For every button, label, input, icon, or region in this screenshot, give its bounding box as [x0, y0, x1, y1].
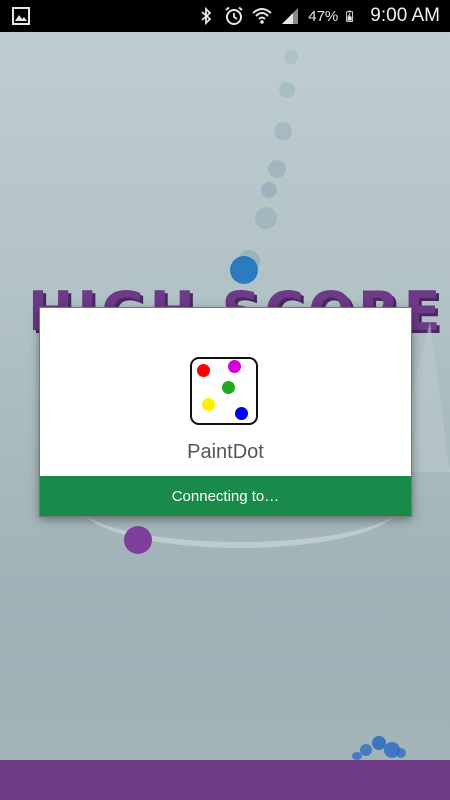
trail-dot	[268, 160, 286, 178]
paint-splat	[396, 748, 406, 758]
clock: 9:00 AM	[370, 5, 440, 26]
bottom-bar	[0, 760, 450, 800]
red-dot	[197, 364, 210, 377]
paint-splat	[352, 752, 362, 760]
bluetooth-icon	[201, 6, 212, 26]
app-name: PaintDot	[187, 441, 264, 463]
image-icon	[12, 7, 30, 25]
magenta-dot	[228, 360, 241, 373]
wifi-icon	[252, 8, 272, 24]
trail-dot	[261, 182, 277, 198]
alarm-icon	[225, 6, 243, 25]
trail-dot	[255, 207, 277, 229]
connecting-status-text: Connecting to…	[171, 487, 280, 505]
connecting-dialog: PaintDot Connecting to…	[40, 308, 411, 516]
connecting-status-bar: Connecting to…	[40, 476, 411, 516]
status-icons: 47% 9:00 AM	[196, 0, 440, 32]
purple-ball	[124, 526, 152, 554]
trail-dot	[274, 122, 292, 140]
green-dot	[222, 381, 235, 394]
trail-dot	[279, 82, 295, 98]
paintdot-logo-icon	[190, 357, 258, 425]
battery-icon	[346, 10, 354, 22]
yellow-dot	[202, 398, 215, 411]
status-bar: 47% 9:00 AM	[0, 0, 450, 32]
signal-icon	[282, 8, 299, 24]
battery-percent: 47%	[308, 7, 339, 25]
trail-dot	[284, 50, 298, 64]
blue-dot	[235, 407, 248, 420]
